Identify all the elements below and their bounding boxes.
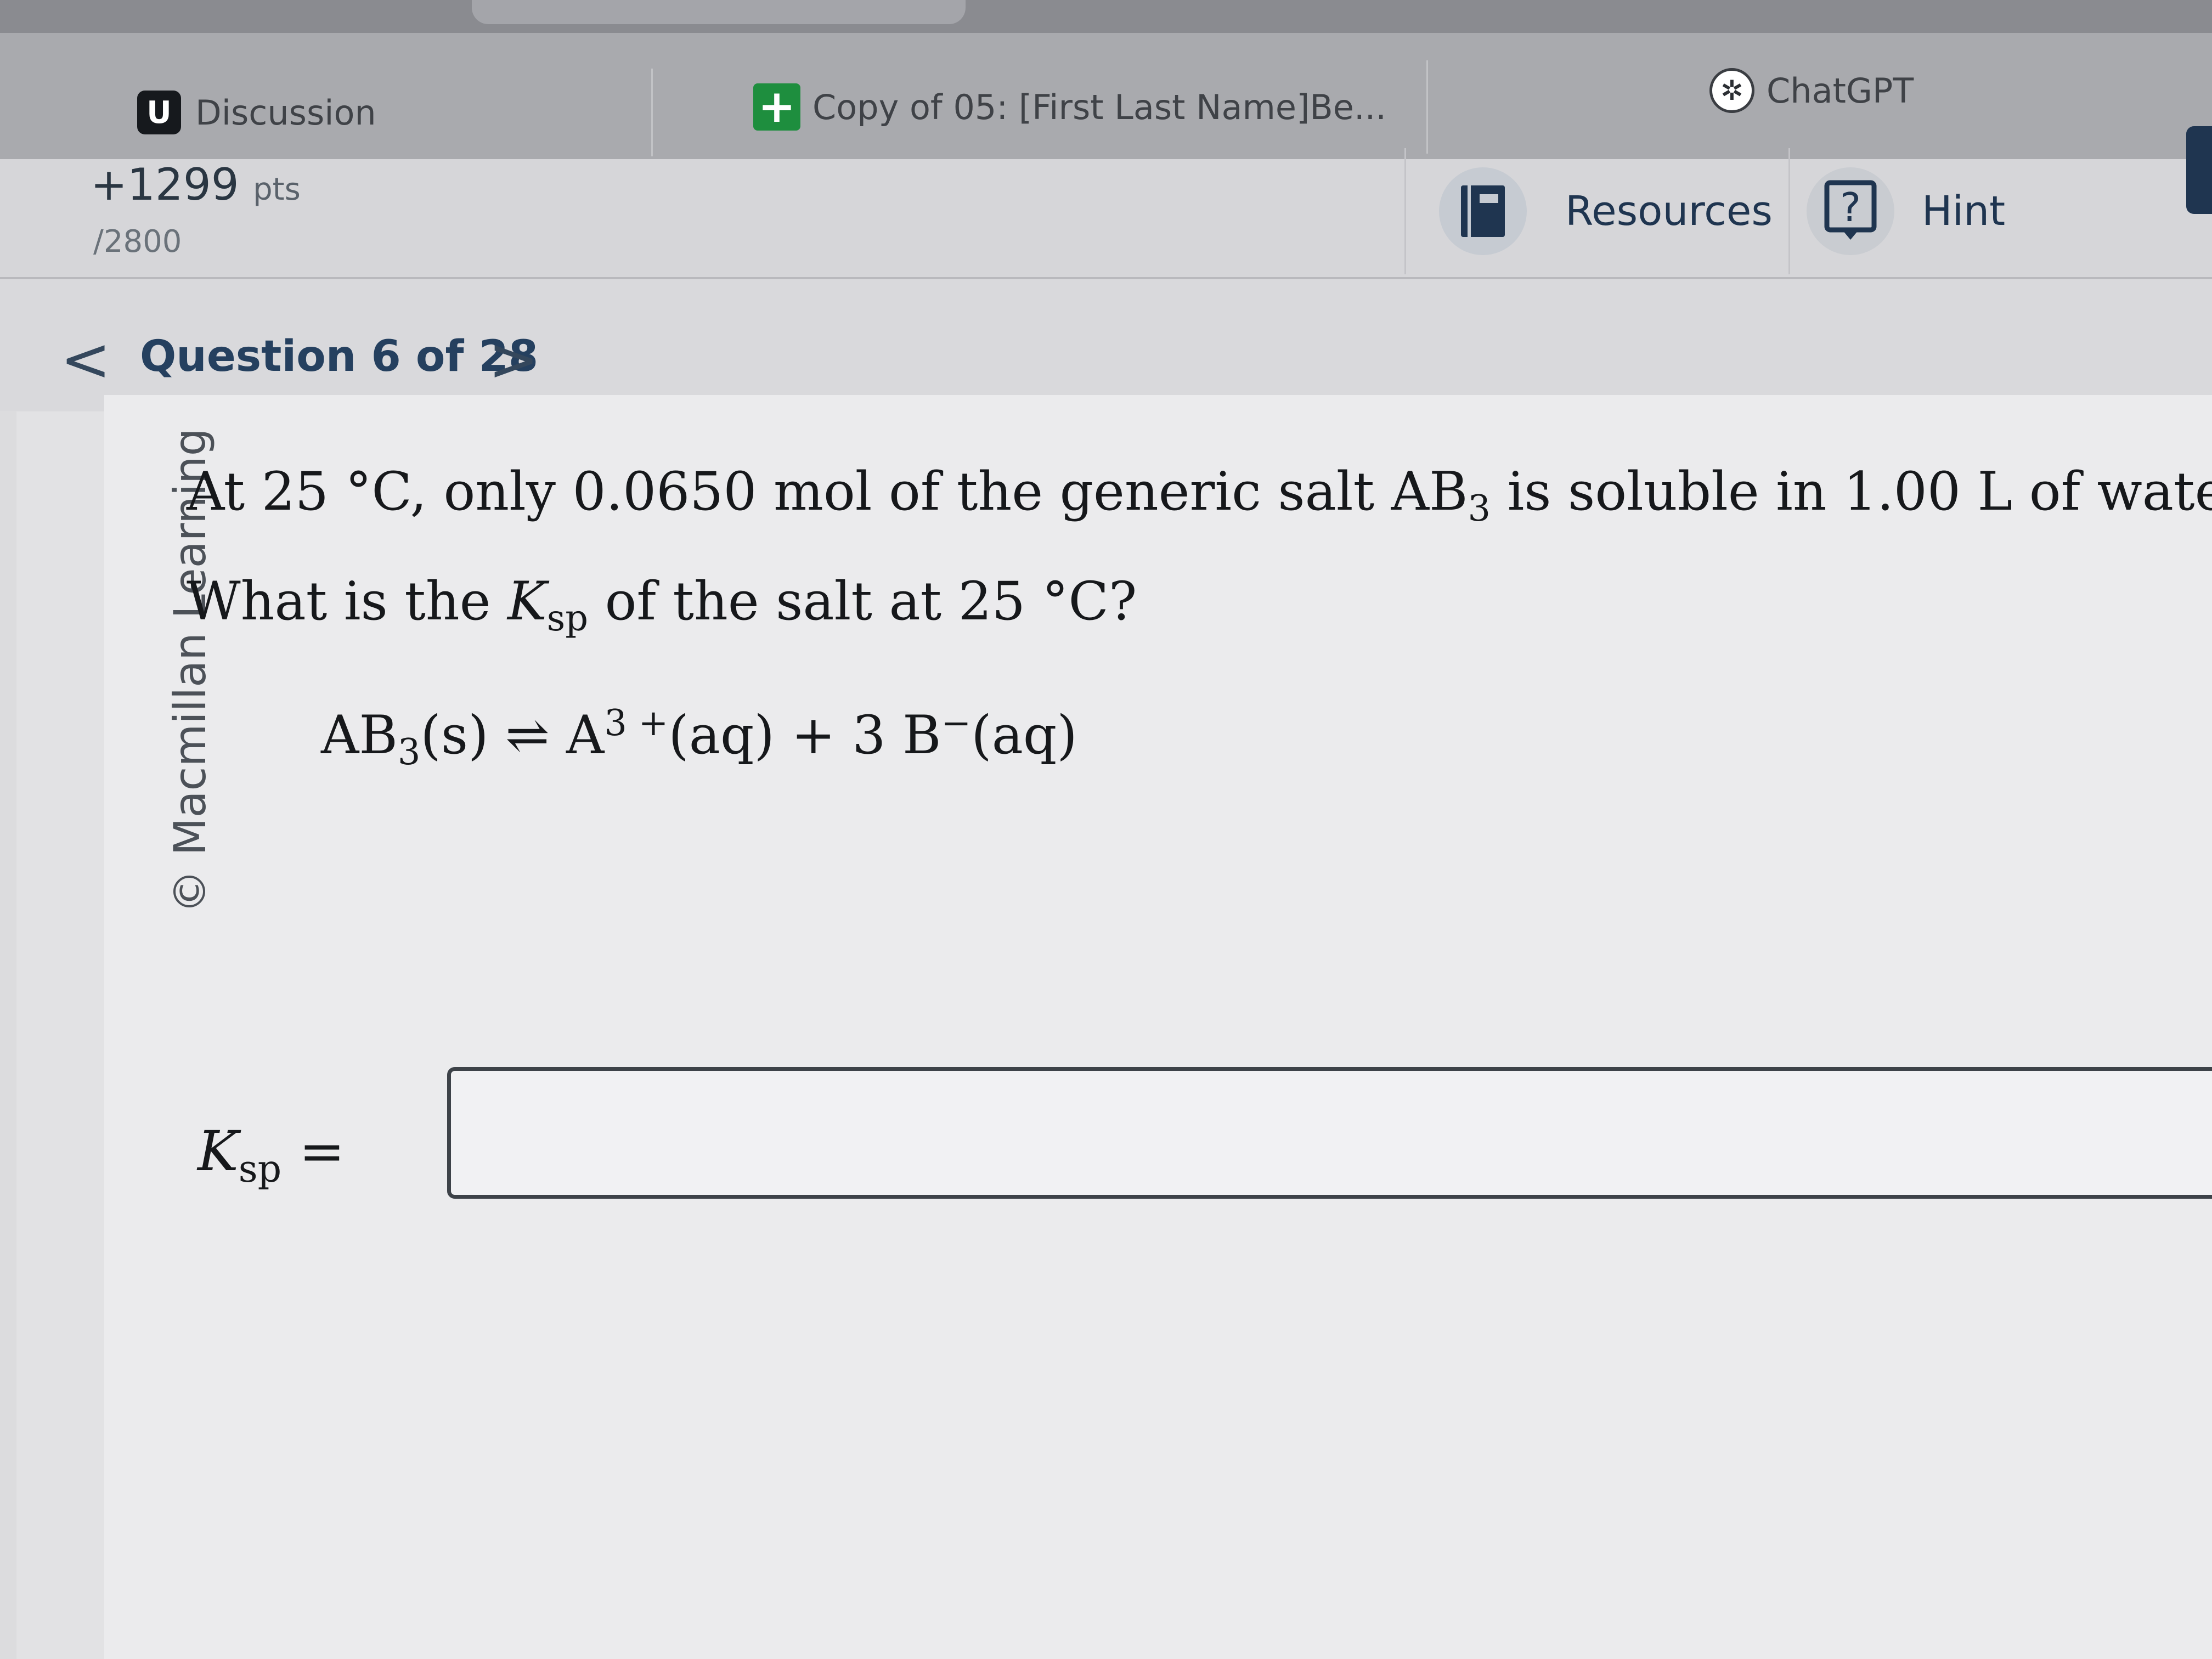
eq-reactant: AB — [321, 704, 398, 766]
browser-top-chip — [472, 0, 966, 24]
answer-k-symbol: K — [198, 1119, 239, 1183]
question-mark-icon: ? — [1807, 167, 1894, 255]
question-prompt: What is the Ksp of the salt at 25 °C? — [187, 571, 1137, 639]
points-unit: pts — [253, 172, 301, 207]
tab-label: Copy of 05: [First Last Name]Be... — [812, 87, 1387, 127]
tab-label: ChatGPT — [1767, 70, 1914, 111]
eq-product2-state: (aq) — [971, 704, 1077, 766]
eq-product1-state: (aq) + 3 B — [668, 704, 941, 766]
prompt-k-symbol: K — [507, 571, 547, 632]
question-counter[interactable]: Question 6 of 28 — [140, 332, 538, 381]
browser-top-strip — [0, 0, 2212, 33]
header-edge-button[interactable] — [2186, 126, 2212, 214]
prompt-text-end: of the salt at 25 °C? — [588, 571, 1137, 632]
hint-button[interactable]: ? Hint — [1788, 148, 2118, 274]
answer-equals: = — [281, 1119, 345, 1183]
score-points: +1299 pts — [91, 159, 301, 210]
statement-text-end: is soluble in 1.00 L of water. — [1491, 461, 2212, 522]
chatgpt-logo-icon: ✲ — [1709, 68, 1754, 113]
u-logo-icon: U — [137, 91, 181, 134]
resources-label: Resources — [1565, 188, 1773, 235]
resources-button[interactable]: Resources — [1404, 148, 1788, 274]
hint-label: Hint — [1922, 188, 2006, 235]
statement-text: At 25 °C, only 0.0650 mol of the generic… — [187, 461, 1468, 522]
book-icon — [1439, 167, 1527, 255]
hint-icon-glyph: ? — [1840, 184, 1861, 230]
points-total: /2800 — [93, 224, 182, 259]
answer-k-subscript: sp — [238, 1148, 282, 1191]
plus-icon: + — [753, 83, 800, 131]
browser-tab-copy-doc[interactable]: + Copy of 05: [First Last Name]Be... — [654, 60, 1428, 154]
eq-reactant-subscript: 3 — [397, 731, 421, 774]
browser-tab-discussion[interactable]: U Discussion — [0, 69, 653, 156]
eq-product1: A — [566, 704, 605, 766]
eq-product2-charge: − — [941, 702, 972, 744]
prompt-k-subscript: sp — [546, 597, 589, 640]
ksp-answer-input[interactable] — [447, 1067, 2212, 1199]
next-question-button[interactable]: > — [488, 329, 539, 390]
eq-reactant-state: (s) — [420, 704, 489, 766]
eq-product1-charge: 3 + — [604, 702, 669, 744]
dissolution-equation: AB3(s) ⇌ A3 +(aq) + 3 B−(aq) — [321, 702, 1077, 773]
question-statement: At 25 °C, only 0.0650 mol of the generic… — [187, 461, 2212, 529]
previous-question-button[interactable]: < — [60, 329, 111, 390]
points-value: +1299 — [91, 159, 239, 210]
tab-label: Discussion — [195, 92, 376, 133]
equilibrium-arrow-icon: ⇌ — [505, 704, 550, 766]
prompt-text: What is the — [187, 571, 508, 632]
answer-label: Ksp = — [198, 1119, 345, 1191]
statement-subscript: 3 — [1468, 488, 1491, 530]
browser-tab-chatgpt[interactable]: ✲ ChatGPT — [1430, 55, 2212, 126]
